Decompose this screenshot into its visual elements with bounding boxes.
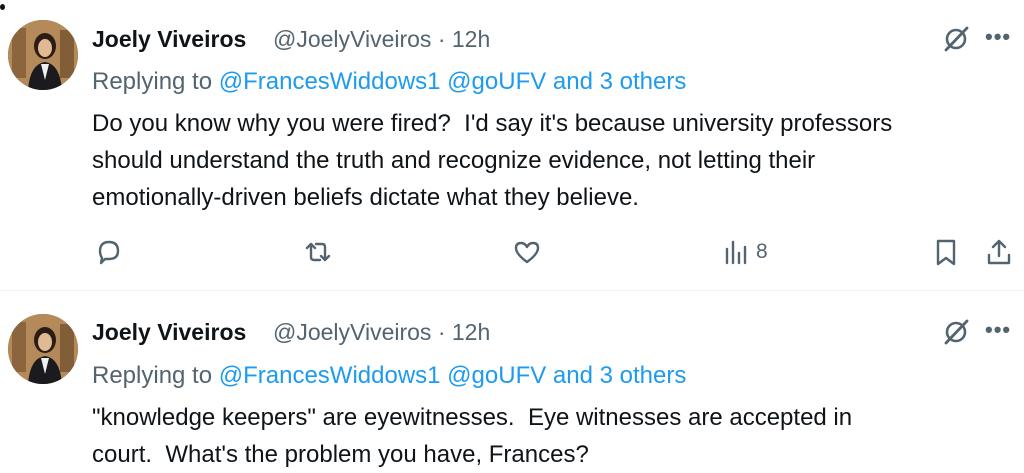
tweet[interactable]: Joely Viveiros @JoelyViveiros · 12h ••• … [0, 0, 1024, 473]
grok-icon[interactable] [941, 317, 971, 347]
author-handle-time[interactable]: @JoelyViveiros · 12h [273, 319, 490, 346]
replying-mentions[interactable]: @FrancesWiddows1 @goUFV and 3 others [219, 362, 687, 389]
tweet-text: "knowledge keepers" are eyewitnesses. Ey… [92, 404, 853, 468]
divider [0, 290, 1024, 291]
replying-prefix: Replying to [92, 362, 213, 389]
avatar[interactable] [8, 314, 78, 384]
replying-to: Replying to @FrancesWiddows1 @goUFV and … [92, 362, 686, 390]
more-icon[interactable]: ••• [985, 317, 1011, 343]
author-name[interactable]: Joely Viveiros [92, 319, 246, 346]
